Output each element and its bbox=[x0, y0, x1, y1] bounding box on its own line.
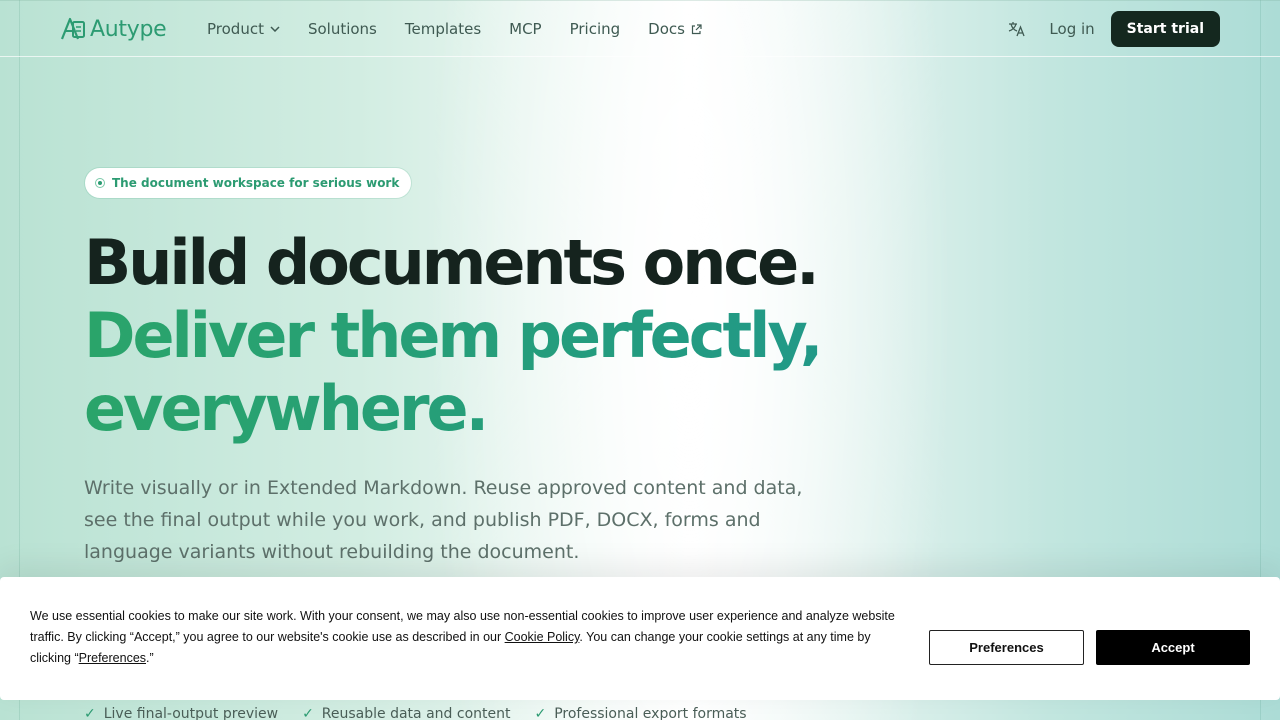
chevron-down-icon bbox=[270, 26, 280, 32]
menu-item-label: Pricing bbox=[569, 20, 621, 38]
check-icon: ✓ bbox=[302, 706, 314, 720]
feature-label: Professional export formats bbox=[554, 706, 747, 720]
preferences-button[interactable]: Preferences bbox=[929, 630, 1084, 665]
nav-actions: Log in Start trial bbox=[1003, 11, 1220, 47]
menu-item-docs[interactable]: Docs bbox=[648, 20, 702, 38]
headline-line-1: Build documents once. bbox=[84, 226, 820, 299]
feature-item: ✓ Reusable data and content bbox=[302, 706, 510, 720]
top-navigation: Autype Product Solutions Templates MCP P… bbox=[0, 0, 1280, 57]
preferences-link[interactable]: Preferences bbox=[79, 651, 146, 665]
logo[interactable]: Autype bbox=[60, 15, 167, 43]
cookie-message: We use essential cookies to make our sit… bbox=[30, 606, 910, 669]
menu-item-solutions[interactable]: Solutions bbox=[308, 20, 377, 38]
feature-label: Reusable data and content bbox=[321, 706, 511, 720]
menu-item-label: Docs bbox=[648, 20, 685, 38]
status-dot-icon bbox=[95, 178, 105, 188]
logo-text: Autype bbox=[90, 16, 167, 42]
feature-item: ✓ Live final-output preview bbox=[84, 706, 278, 720]
feature-label: Live final-output preview bbox=[103, 706, 279, 720]
menu-item-mcp[interactable]: MCP bbox=[509, 20, 541, 38]
login-link[interactable]: Log in bbox=[1049, 20, 1094, 38]
menu-item-label: Product bbox=[207, 20, 264, 38]
menu-item-product[interactable]: Product bbox=[207, 20, 280, 38]
check-icon: ✓ bbox=[84, 706, 96, 720]
check-icon: ✓ bbox=[534, 706, 547, 720]
translate-icon bbox=[1009, 22, 1026, 37]
menu-item-pricing[interactable]: Pricing bbox=[570, 20, 621, 38]
hero-subtitle: Write visually or in Extended Markdown. … bbox=[84, 477, 803, 563]
menu-item-label: Solutions bbox=[307, 20, 377, 38]
language-button[interactable] bbox=[1003, 15, 1031, 43]
menu-item-templates[interactable]: Templates bbox=[405, 20, 481, 38]
headline-line-2: Deliver them perfectly, bbox=[84, 299, 884, 372]
accept-button[interactable]: Accept bbox=[1096, 630, 1250, 665]
feature-item: ✓ Professional export formats bbox=[534, 706, 746, 720]
cookie-banner: We use essential cookies to make our sit… bbox=[0, 577, 1280, 700]
hero-badge: The document workspace for serious work bbox=[85, 168, 412, 198]
feature-list: ✓ Live final-output preview ✓ Reusable d… bbox=[84, 706, 747, 720]
start-trial-button[interactable]: Start trial bbox=[1110, 11, 1220, 47]
cookie-policy-link[interactable]: Cookie Policy bbox=[505, 630, 580, 644]
external-link-icon bbox=[691, 23, 702, 34]
menu-item-label: Templates bbox=[404, 20, 482, 38]
autype-logo-icon bbox=[60, 17, 85, 40]
cookie-text-3: .” bbox=[146, 651, 154, 665]
hero-headline: Build documents once. Deliver them perfe… bbox=[84, 226, 884, 445]
badge-text: The document workspace for serious work bbox=[112, 176, 400, 190]
main-menu: Product Solutions Templates MCP Pricing … bbox=[207, 1, 730, 57]
menu-item-label: MCP bbox=[509, 20, 542, 38]
headline-line-3: everywhere. bbox=[84, 372, 884, 445]
